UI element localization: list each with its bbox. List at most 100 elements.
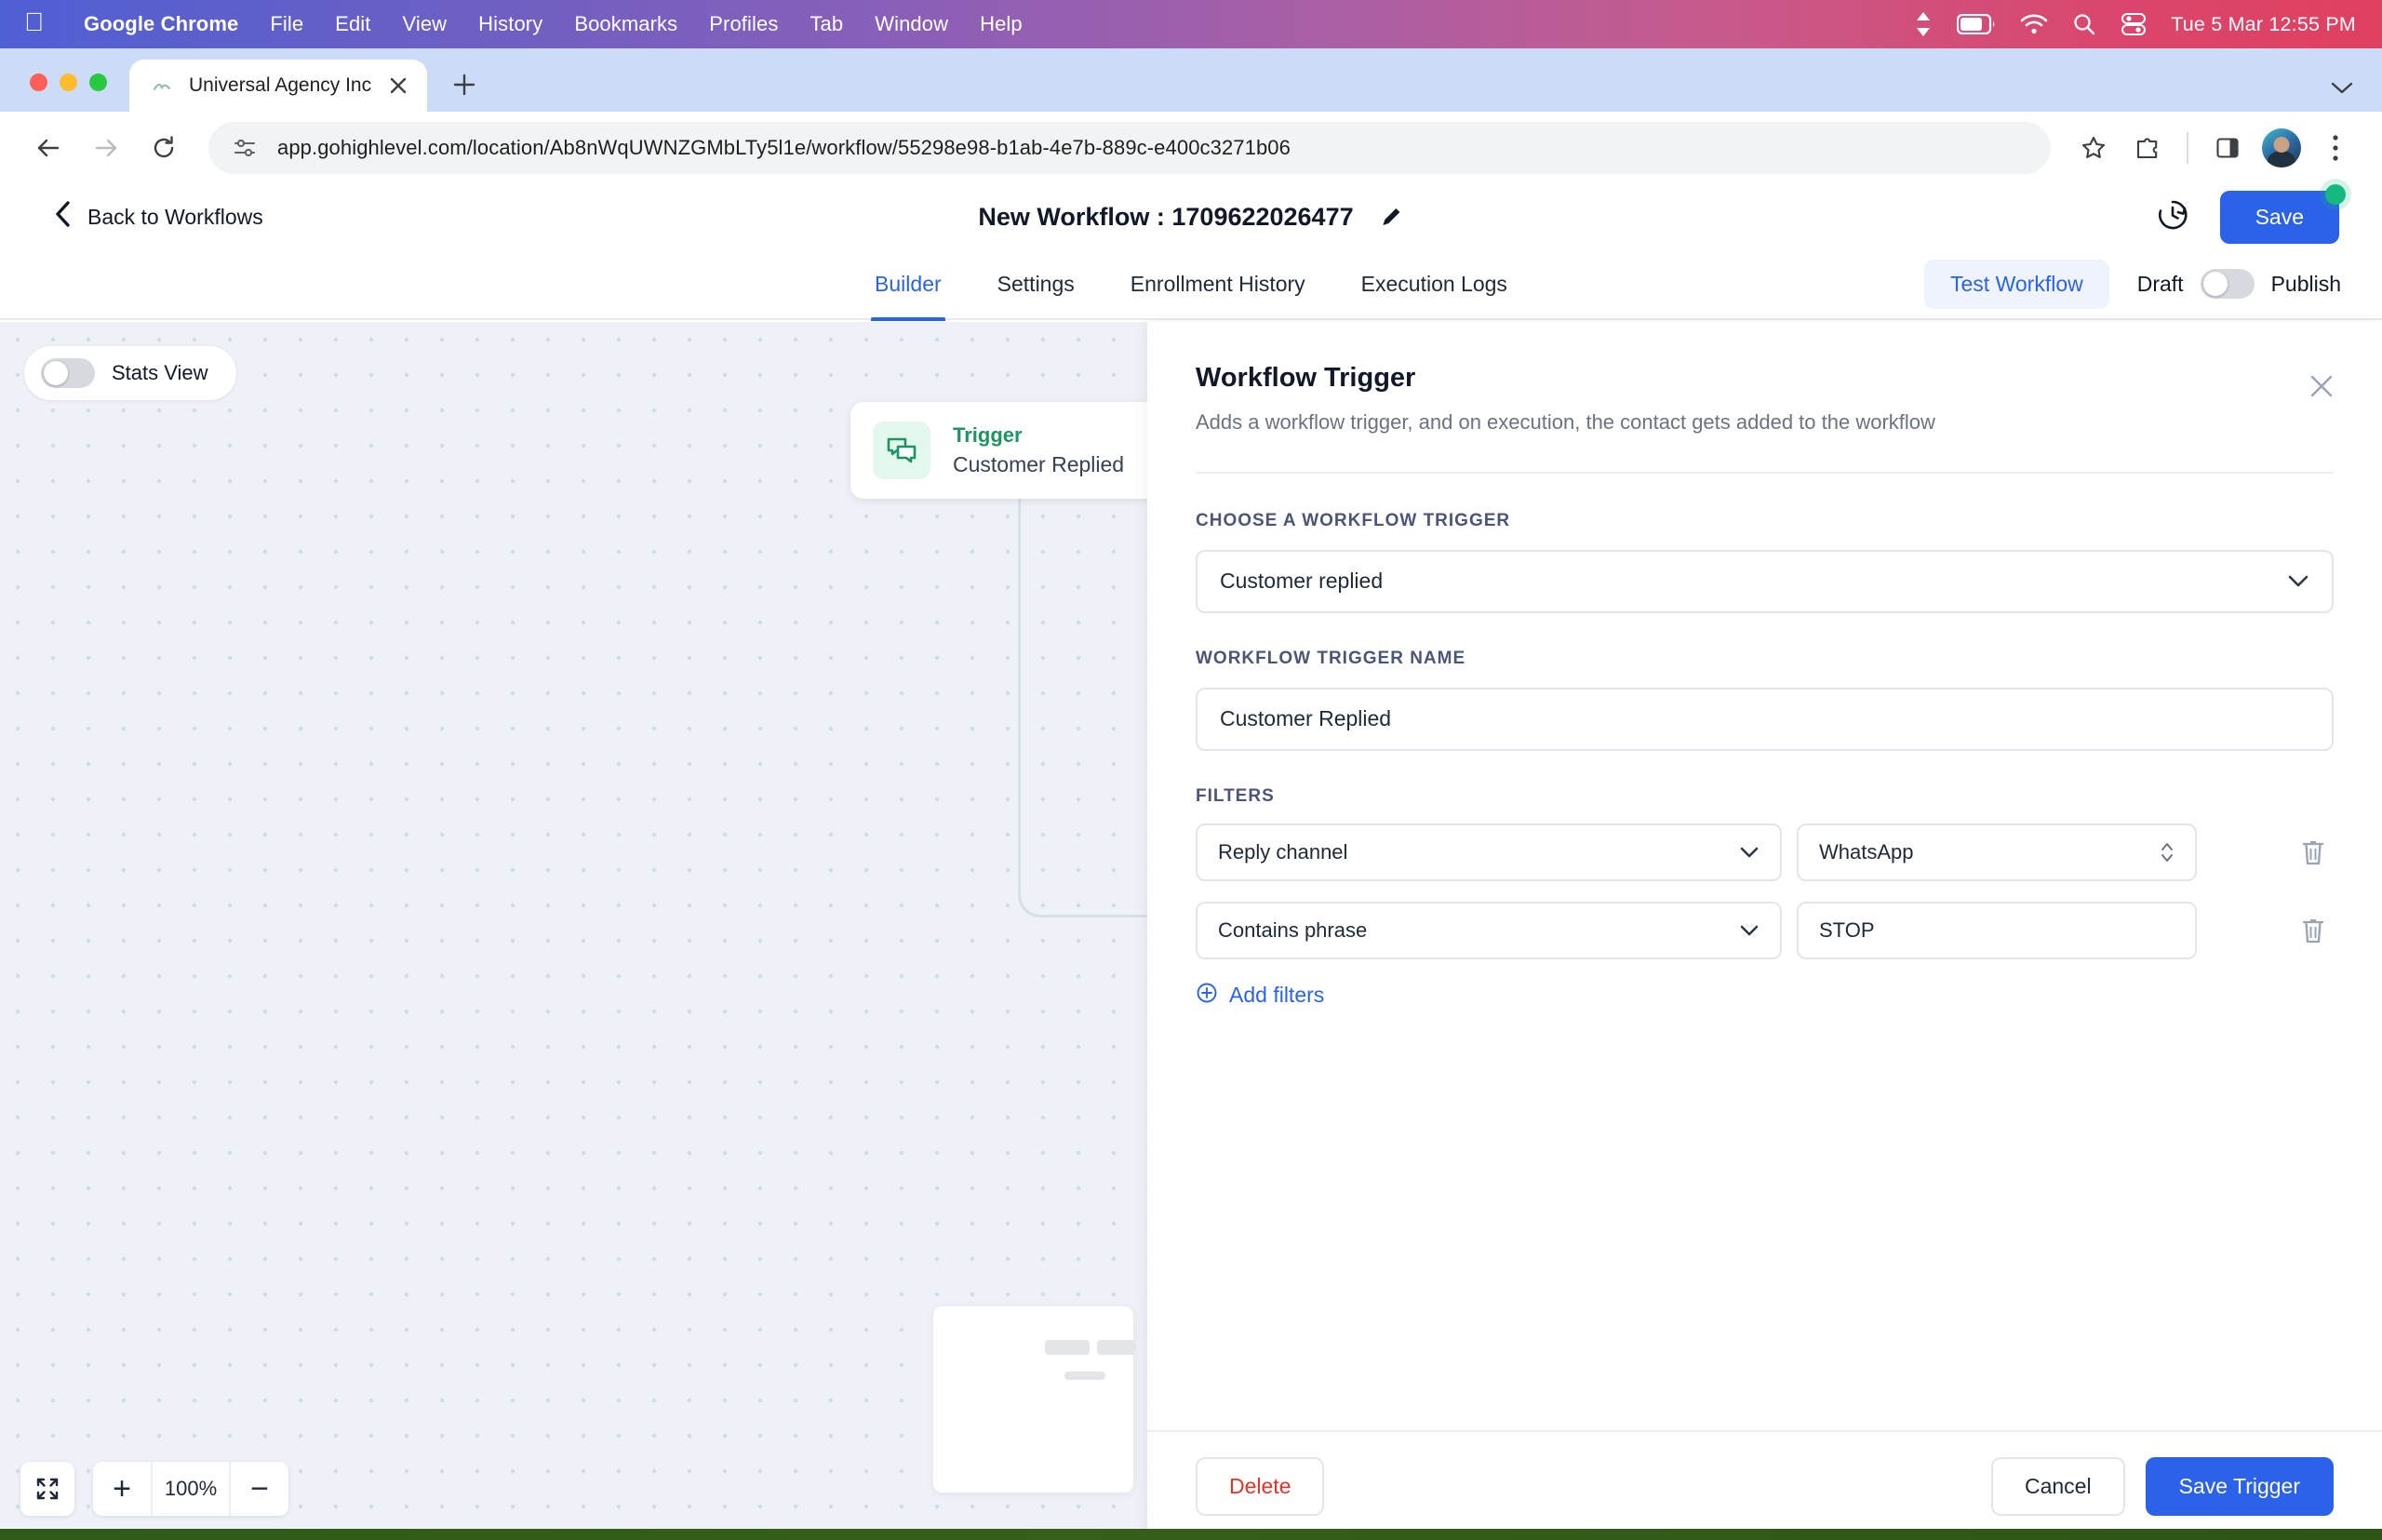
history-clock-icon[interactable] (2157, 199, 2188, 235)
page-title: New Workflow : 1709622026477 (978, 203, 1353, 232)
choose-trigger-select[interactable]: Customer replied (1196, 550, 2334, 613)
address-bar[interactable]: app.gohighlevel.com/location/Ab8nWqUWNZG… (208, 122, 2051, 174)
save-button[interactable]: Save (2220, 191, 2339, 244)
sort-arrows-icon[interactable] (1914, 10, 1933, 38)
menu-item-help[interactable]: Help (964, 12, 1038, 36)
trash-icon[interactable] (2293, 832, 2334, 873)
menu-item-edit[interactable]: Edit (319, 12, 386, 36)
chevron-down-icon (1739, 924, 1760, 937)
workflow-tabs: Builder Settings Enrollment History Exec… (847, 248, 1535, 319)
window-traffic-lights (0, 74, 107, 112)
panel-footer: Delete Cancel Save Trigger (1147, 1430, 2382, 1540)
menu-item-view[interactable]: View (386, 12, 462, 36)
chevron-down-icon (2287, 574, 2309, 588)
tab-execution-logs[interactable]: Execution Logs (1333, 248, 1535, 319)
menu-item-window[interactable]: Window (859, 12, 964, 36)
plus-circle-icon (1196, 982, 1218, 1010)
filters-label: FILTERS (1196, 786, 2334, 807)
unsaved-changes-indicator (2325, 184, 2346, 205)
filter-field-select[interactable]: Reply channel (1196, 824, 1782, 881)
panel-subtitle: Adds a workflow trigger, and on executio… (1196, 408, 2334, 436)
fit-screen-button[interactable] (20, 1462, 74, 1516)
workflow-canvas[interactable]: Stats View Trigger Customer Replied (0, 322, 1147, 1540)
tune-icon[interactable] (229, 132, 261, 164)
filter-value-select[interactable]: WhatsApp (1797, 824, 2197, 881)
menu-item-profiles[interactable]: Profiles (693, 12, 794, 36)
add-filters-button[interactable]: Add filters (1196, 982, 2334, 1010)
app-header: Back to Workflows New Workflow : 1709622… (0, 184, 2382, 249)
menu-item-history[interactable]: History (462, 12, 558, 36)
workflow-tabs-bar: Builder Settings Enrollment History Exec… (0, 249, 2382, 320)
filter-value-text: STOP (1819, 918, 1875, 943)
workflow-tabs-actions: Test Workflow Draft Publish (1924, 260, 2382, 309)
macos-menu-bar:  Google Chrome File Edit View History B… (0, 0, 2382, 48)
close-window-button[interactable] (30, 74, 47, 91)
side-panel-icon[interactable] (2203, 124, 2252, 172)
wifi-icon[interactable] (2020, 14, 2048, 34)
workflow-connector-line (1018, 499, 1147, 917)
close-icon[interactable] (384, 72, 412, 100)
menu-item-google-chrome[interactable]: Google Chrome (68, 12, 254, 36)
trash-icon[interactable] (2293, 910, 2334, 951)
new-tab-button[interactable] (442, 62, 487, 107)
back-to-workflows-button[interactable]: Back to Workflows (0, 200, 263, 234)
close-icon[interactable] (2302, 367, 2341, 406)
chrome-toolbar: app.gohighlevel.com/location/Ab8nWqUWNZG… (0, 112, 2382, 184)
maximize-window-button[interactable] (89, 74, 107, 91)
puzzle-icon[interactable] (2123, 124, 2172, 172)
menu-item-bookmarks[interactable]: Bookmarks (558, 12, 693, 36)
tab-enrollment-history[interactable]: Enrollment History (1103, 248, 1333, 319)
search-icon[interactable] (2072, 12, 2096, 36)
filter-field-value: Reply channel (1218, 840, 1347, 864)
trigger-node-kind: Trigger (953, 423, 1124, 448)
agency-favicon-icon (150, 74, 174, 98)
star-icon[interactable] (2069, 124, 2118, 172)
app-header-actions: Save (2157, 191, 2382, 244)
workflow-title-group: New Workflow : 1709622026477 (978, 203, 1403, 232)
tab-builder[interactable]: Builder (847, 248, 970, 319)
kebab-menu-icon[interactable] (2311, 124, 2360, 172)
desktop-wallpaper-strip (0, 1529, 2382, 1540)
zoom-level-value: 100% (151, 1462, 231, 1516)
canvas-ghost-card (933, 1306, 1133, 1493)
delete-button[interactable]: Delete (1196, 1457, 1324, 1516)
menu-item-file[interactable]: File (254, 12, 319, 36)
avatar[interactable] (2257, 124, 2306, 172)
filter-field-select[interactable]: Contains phrase (1196, 902, 1782, 959)
filter-value-input[interactable]: STOP (1797, 902, 2197, 959)
battery-icon[interactable] (1957, 14, 1996, 34)
cancel-button[interactable]: Cancel (1991, 1457, 2125, 1516)
panel-header-divider (1196, 472, 2334, 474)
panel-header: Workflow Trigger Adds a workflow trigger… (1147, 322, 2382, 474)
panel-body: CHOOSE A WORKFLOW TRIGGER Customer repli… (1147, 474, 2382, 1430)
workflow-trigger-node[interactable]: Trigger Customer Replied (850, 402, 1147, 499)
stats-view-label: Stats View (112, 361, 208, 385)
browser-tab[interactable]: Universal Agency Inc (129, 60, 427, 112)
reload-icon[interactable] (138, 122, 190, 174)
trigger-name-input[interactable]: Customer Replied (1196, 688, 2334, 751)
back-to-workflows-label: Back to Workflows (87, 205, 263, 230)
stats-view-toggle-group[interactable]: Stats View (24, 346, 236, 400)
tab-settings[interactable]: Settings (970, 248, 1103, 319)
pencil-icon[interactable] (1380, 205, 1404, 229)
chevron-down-icon[interactable] (2330, 80, 2354, 95)
control-center-icon[interactable] (2121, 12, 2147, 36)
trigger-node-name: Customer Replied (953, 452, 1124, 477)
minimize-window-button[interactable] (60, 74, 77, 91)
publish-toggle[interactable] (2201, 269, 2255, 299)
apple-logo-icon[interactable]:  (24, 9, 44, 35)
chrome-tab-strip: Universal Agency Inc (0, 48, 2382, 112)
choose-trigger-value: Customer replied (1220, 569, 1383, 594)
stats-view-toggle[interactable] (41, 358, 95, 388)
address-bar-url[interactable]: app.gohighlevel.com/location/Ab8nWqUWNZG… (277, 136, 1291, 160)
test-workflow-button[interactable]: Test Workflow (1924, 260, 2109, 309)
zoom-in-button[interactable]: + (93, 1462, 151, 1516)
zoom-out-button[interactable]: − (231, 1462, 288, 1516)
menu-item-tab[interactable]: Tab (794, 12, 859, 36)
menu-bar-clock[interactable]: Tue 5 Mar 12:55 PM (2171, 13, 2356, 36)
arrow-left-icon[interactable] (22, 122, 74, 174)
arrow-right-icon[interactable] (80, 122, 132, 174)
save-trigger-button[interactable]: Save Trigger (2146, 1457, 2334, 1516)
chevron-updown-icon (2160, 839, 2175, 865)
panel-title: Workflow Trigger (1196, 363, 2334, 394)
